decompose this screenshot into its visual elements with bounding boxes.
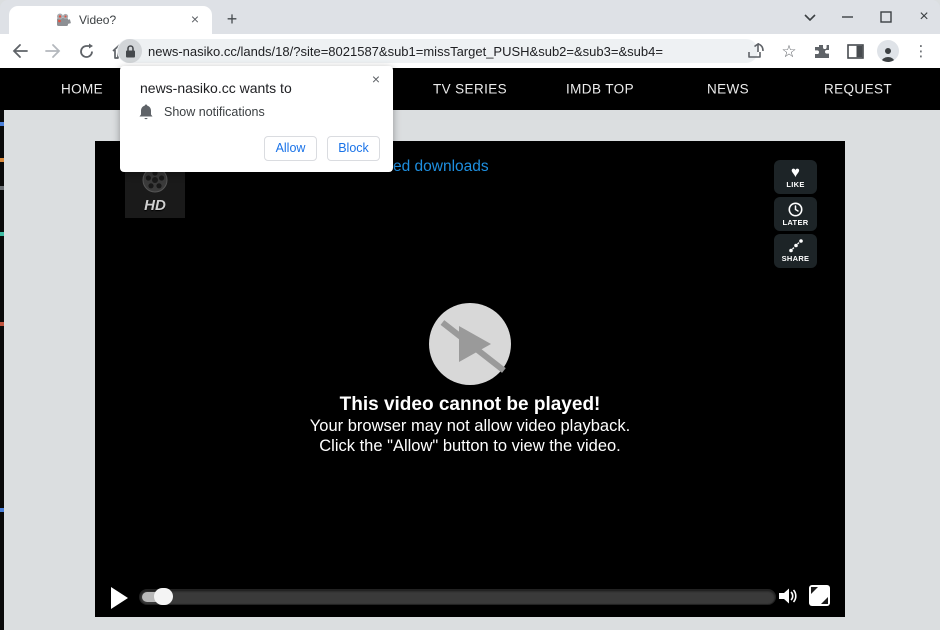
clock-icon	[788, 202, 803, 216]
player-action-buttons: ♥ LIKE LATER SHARE	[774, 160, 817, 268]
fullscreen-icon[interactable]	[809, 585, 830, 606]
browser-toolbar: news-nasiko.cc/lands/18/?site=8021587&su…	[0, 34, 940, 68]
avatar-person-icon	[877, 40, 899, 62]
extensions-puzzle-icon[interactable]	[809, 38, 835, 64]
error-line1: Your browser may not allow video playbac…	[309, 417, 631, 435]
progress-thumb[interactable]	[154, 588, 173, 605]
chevron-down-icon[interactable]	[802, 9, 818, 25]
minimize-button[interactable]	[840, 9, 856, 25]
new-tab-button[interactable]: +	[222, 10, 242, 30]
popup-title: news-nasiko.cc wants to	[140, 80, 292, 96]
share-nodes-button[interactable]: SHARE	[774, 234, 817, 268]
nav-item-imdb-top[interactable]: IMDB TOP	[566, 82, 634, 97]
window-close-button[interactable]: ×	[916, 8, 932, 25]
popup-close-icon[interactable]: ×	[368, 71, 384, 87]
forward-icon[interactable]	[40, 38, 66, 64]
nav-item-tv-series[interactable]: TV SERIES	[433, 82, 507, 97]
nav-item-news[interactable]: NEWS	[707, 82, 749, 97]
url-text[interactable]: news-nasiko.cc/lands/18/?site=8021587&su…	[148, 44, 663, 59]
bookmark-star-icon[interactable]: ☆	[776, 38, 802, 64]
error-title: This video cannot be played!	[339, 394, 601, 415]
progress-bar[interactable]	[140, 588, 775, 605]
notification-permission-popup: × news-nasiko.cc wants to Show notificat…	[120, 66, 393, 172]
hd-label: HD	[144, 197, 166, 214]
toolbar-right-icons: ☆ ⋮	[743, 34, 934, 68]
tab-favicon-icon	[57, 13, 71, 26]
tab-title: Video?	[79, 13, 117, 27]
browser-window: Video? × + × news-nasiko.cc/lands/18/?si…	[0, 0, 940, 630]
volume-icon[interactable]	[777, 585, 799, 607]
download-link[interactable]: ed downloads	[393, 158, 489, 176]
page-content: ed downloads HD ♥ LIKE LATER SHARE This …	[0, 110, 940, 630]
back-icon[interactable]	[7, 38, 33, 64]
heart-icon: ♥	[791, 163, 800, 181]
allow-button[interactable]: Allow	[264, 136, 317, 161]
lock-icon[interactable]	[118, 39, 142, 63]
page-edge-strip	[0, 110, 4, 630]
share-icon[interactable]	[743, 38, 769, 64]
like-button[interactable]: ♥ LIKE	[774, 160, 817, 194]
maximize-button[interactable]	[878, 9, 894, 25]
address-bar[interactable]: news-nasiko.cc/lands/18/?site=8021587&su…	[117, 39, 758, 63]
bell-icon	[139, 104, 153, 120]
video-player: ed downloads HD ♥ LIKE LATER SHARE This …	[95, 141, 845, 617]
reload-icon[interactable]	[73, 38, 99, 64]
popup-permission-text: Show notifications	[164, 105, 265, 119]
later-button[interactable]: LATER	[774, 197, 817, 231]
block-button[interactable]: Block	[327, 136, 380, 161]
playback-blocked-icon	[429, 303, 511, 385]
tab-close-icon[interactable]: ×	[186, 11, 204, 29]
active-tab[interactable]: Video? ×	[9, 6, 212, 34]
browser-menu-kebab-icon[interactable]: ⋮	[908, 38, 934, 64]
play-button[interactable]	[111, 587, 128, 609]
profile-avatar[interactable]	[875, 38, 901, 64]
side-panel-icon[interactable]	[842, 38, 868, 64]
nav-item-request[interactable]: REQUEST	[824, 82, 892, 97]
window-controls: ×	[802, 0, 932, 34]
nav-item-home[interactable]: HOME	[61, 82, 103, 97]
tab-bar: Video? × + ×	[0, 0, 940, 34]
error-line2: Click the "Allow" button to view the vid…	[319, 437, 621, 455]
share-nodes-icon	[788, 239, 803, 253]
